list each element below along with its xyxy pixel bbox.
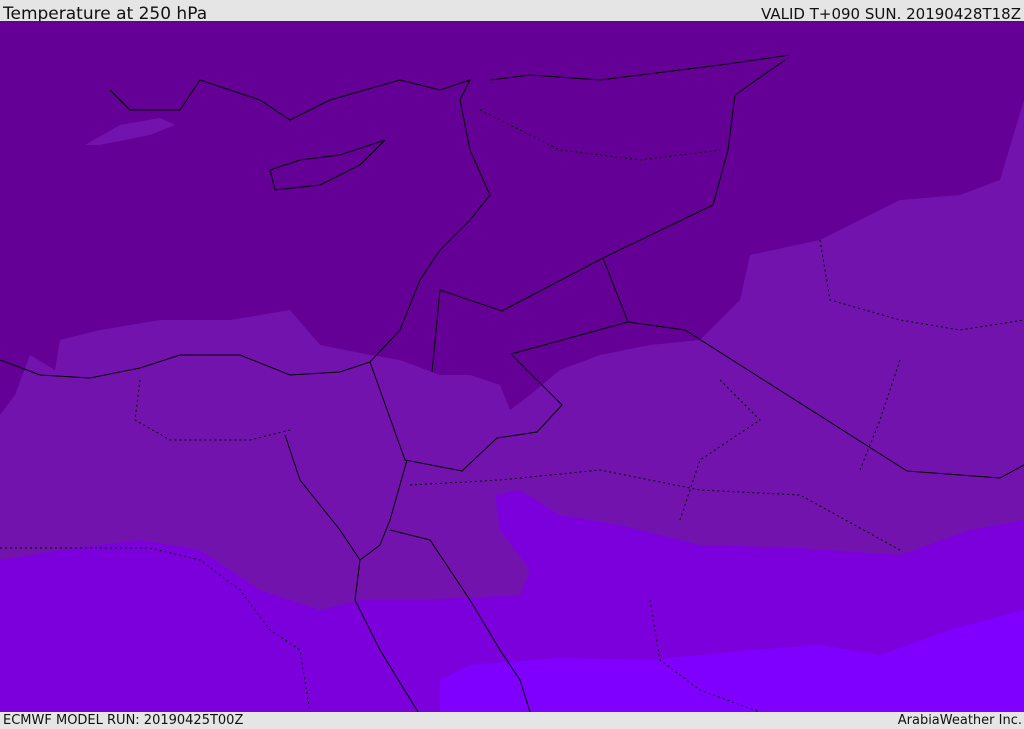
brand-credit: ArabiaWeather Inc.: [897, 713, 1022, 728]
footer-bar: ECMWF MODEL RUN: 20190425T00Z ArabiaWeat…: [0, 712, 1024, 729]
model-run: ECMWF MODEL RUN: 20190425T00Z: [3, 713, 244, 728]
header-bar: Temperature at 250 hPa VALID T+090 SUN. …: [0, 0, 1024, 24]
temperature-map[interactable]: [0, 21, 1024, 712]
